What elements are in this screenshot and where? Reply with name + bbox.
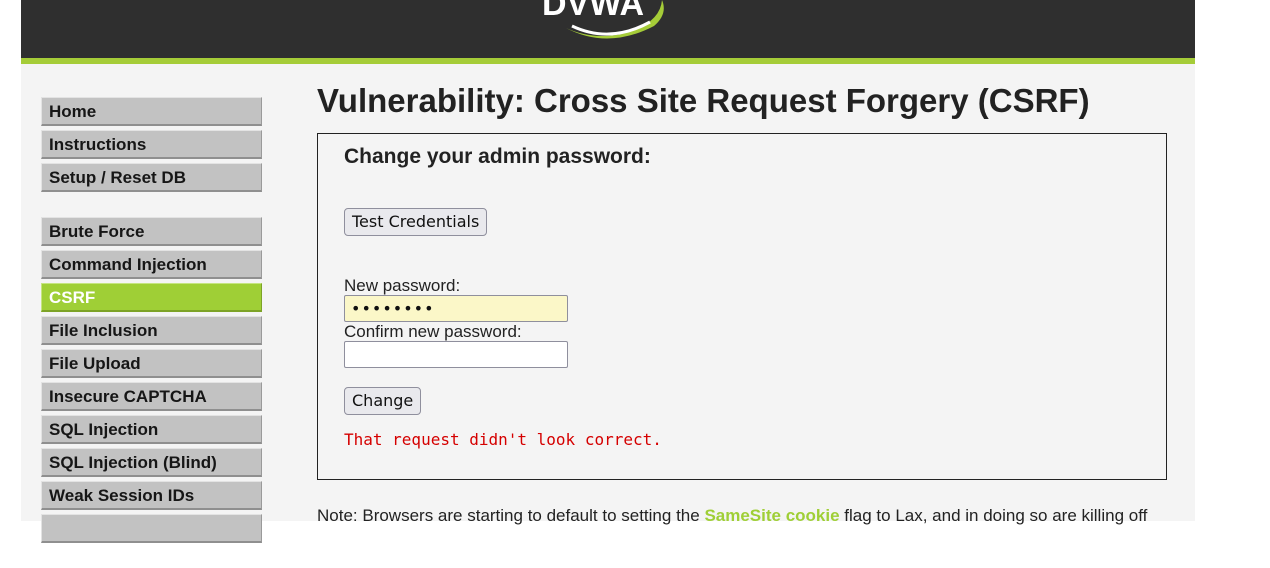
sidebar-item-sql-injection-blind[interactable]: SQL Injection (Blind) — [41, 448, 262, 477]
confirm-password-input[interactable] — [344, 341, 568, 368]
sidebar-item-file-inclusion[interactable]: File Inclusion — [41, 316, 262, 345]
logo-text: DVWA — [542, 0, 644, 23]
sidebar-item-sql-injection[interactable]: SQL Injection — [41, 415, 262, 444]
samesite-cookie-link[interactable]: SameSite cookie — [704, 506, 839, 525]
page-title: Vulnerability: Cross Site Request Forger… — [317, 82, 1090, 119]
confirm-password-label: Confirm new password: — [344, 322, 522, 341]
sidebar-item-csrf[interactable]: CSRF — [41, 283, 262, 312]
form-heading: Change your admin password: — [344, 145, 651, 168]
sidebar-item-setup-reset-db[interactable]: Setup / Reset DB — [41, 163, 262, 192]
error-message: That request didn't look correct. — [344, 430, 662, 449]
sidebar-item-brute-force[interactable]: Brute Force — [41, 217, 262, 246]
sidebar-item-file-upload[interactable]: File Upload — [41, 349, 262, 378]
sidebar-item-weak-session-ids[interactable]: Weak Session IDs — [41, 481, 262, 510]
test-credentials-button[interactable]: Test Credentials — [344, 208, 488, 236]
header-bar: DVWA — [21, 0, 1195, 64]
sidebar-menu: Home Instructions Setup / Reset DB Brute… — [41, 97, 262, 568]
sidebar-item-insecure-captcha[interactable]: Insecure CAPTCHA — [41, 382, 262, 411]
menu-group-main: Home Instructions Setup / Reset DB — [41, 97, 262, 192]
change-button[interactable]: Change — [344, 387, 422, 415]
samesite-note: Note: Browsers are starting to default t… — [317, 506, 1197, 526]
new-password-label: New password: — [344, 276, 461, 295]
sidebar-item-instructions[interactable]: Instructions — [41, 130, 262, 159]
sidebar-item-next[interactable] — [41, 514, 262, 543]
note-suffix: flag to Lax, and in doing so are killing… — [839, 506, 1148, 525]
sidebar-item-home[interactable]: Home — [41, 97, 262, 126]
new-password-input[interactable]: •••••••• — [344, 295, 568, 322]
csrf-form-box: Change your admin password: Test Credent… — [317, 133, 1167, 480]
note-prefix: Note: Browsers are starting to default t… — [317, 506, 705, 525]
sidebar-item-command-injection[interactable]: Command Injection — [41, 250, 262, 279]
page-container: DVWA Home Instructions Setup / Reset DB … — [21, 0, 1195, 543]
menu-group-vulnerabilities: Brute Force Command Injection CSRF File … — [41, 217, 262, 543]
main-content: Vulnerability: Cross Site Request Forger… — [317, 80, 1177, 525]
dvwa-logo[interactable]: DVWA — [536, 0, 676, 44]
